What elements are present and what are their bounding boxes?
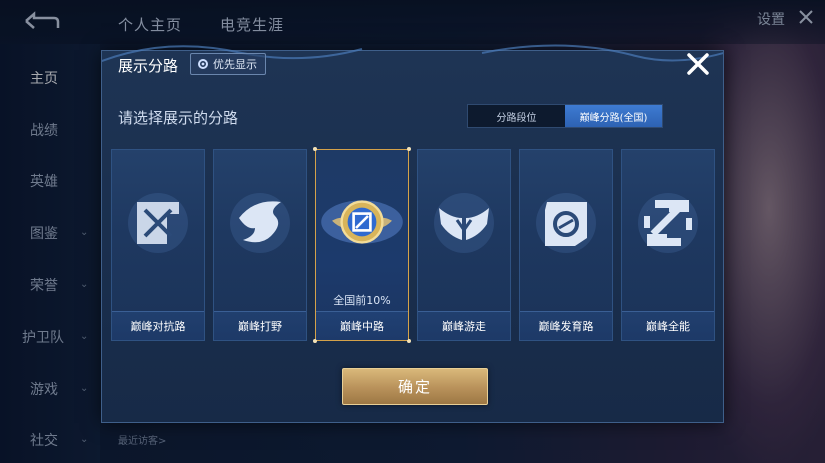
lane-card-label: 巅峰全能 [622,311,714,340]
lane-card-support[interactable]: 巅峰游走 [417,149,511,341]
lane-card-top[interactable]: 巅峰对抗路 [111,149,205,341]
lane-display-dialog: 展示分路 优先显示 请选择展示的分路 分路段位 巅峰分路(全国) 巅峰对抗路 巅… [101,44,724,423]
lane-card-mid[interactable]: 全国前10% 巅峰中路 [313,147,411,343]
priority-display-label: 优先显示 [213,58,257,71]
gear-icon [198,59,208,69]
lane-card-adc[interactable]: 巅峰发育路 [519,149,613,341]
national-rank-text: 全国前10% [333,294,391,307]
priority-display-button[interactable]: 优先显示 [190,53,266,75]
dialog-title: 展示分路 [118,57,179,75]
dragon-icon [230,193,290,253]
crossed-swords-icon [128,193,188,253]
corner-dot [313,147,317,151]
close-icon[interactable] [685,51,711,77]
corner-dot [407,147,411,151]
tab-lane-rank[interactable]: 分路段位 [468,105,565,127]
lane-card-label: 巅峰发育路 [520,311,612,340]
lane-card-label: 巅峰游走 [418,311,510,340]
lane-card-label: 巅峰打野 [214,311,306,340]
tab-peak-lane-national[interactable]: 巅峰分路(全国) [565,105,662,127]
lane-prompt: 请选择展示的分路 [118,109,239,127]
lane-card-label: 巅峰对抗路 [112,311,204,340]
lane-card-label: 巅峰中路 [316,311,408,340]
target-icon [536,193,596,253]
lane-card-all-round[interactable]: 巅峰全能 [621,149,715,341]
lane-card-jungle[interactable]: 巅峰打野 [213,149,307,341]
confirm-button[interactable]: 确定 [342,368,488,405]
wings-icon [434,193,494,253]
all-round-icon [638,193,698,253]
mid-lane-gold-badge-icon [321,200,403,244]
lane-type-tabs: 分路段位 巅峰分路(全国) [467,104,663,128]
